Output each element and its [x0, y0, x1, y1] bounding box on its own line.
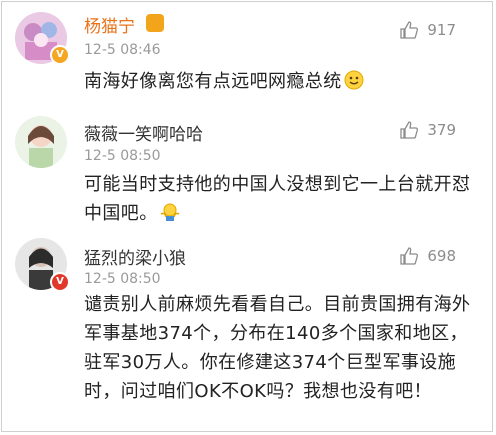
like-button[interactable]: 379: [399, 119, 456, 141]
avatar[interactable]: [15, 116, 67, 168]
shrug-emoji-icon: [160, 202, 180, 222]
comment-item: 薇薇一笑啊哈哈 12-5 08:50 379 可能当时支持他的中国人没想到它一上…: [0, 108, 496, 230]
like-count: 379: [427, 121, 456, 139]
like-count: 698: [427, 247, 456, 265]
like-count: 917: [427, 21, 456, 39]
thumbs-up-icon: [400, 121, 419, 139]
comment-item: V 杨猫宁 12-5 08:46 917 南海好像离您有点远吧网瘾总统: [0, 0, 496, 108]
verified-badge-icon: V: [50, 45, 70, 65]
like-button[interactable]: 917: [399, 19, 456, 41]
username[interactable]: 猛烈的梁小狼: [84, 244, 186, 269]
verified-badge-icon: V: [50, 272, 70, 292]
username[interactable]: 杨猫宁: [84, 12, 135, 37]
timestamp: 12-5 08:46: [84, 42, 161, 58]
comment-text: 南海好像离您有点远吧网瘾总统: [84, 67, 484, 96]
comment-text: 可能当时支持他的中国人没想到它一上台就开怼中国吧。: [84, 174, 471, 224]
timestamp: 12-5 08:50: [84, 271, 161, 287]
username[interactable]: 薇薇一笑啊哈哈: [84, 120, 203, 145]
timestamp: 12-5 08:50: [84, 148, 161, 164]
smile-emoji-icon: [344, 70, 364, 90]
vip-crown-icon: [146, 14, 164, 32]
comment-item: V 猛烈的梁小狼 12-5 08:50 698 谴责别人前麻烦先看看自己。目前贵…: [0, 230, 496, 435]
thumbs-up-icon: [400, 247, 419, 265]
like-button[interactable]: 698: [399, 245, 456, 267]
thumbs-up-icon: [400, 21, 419, 39]
comment-text: 谴责别人前麻烦先看看自己。目前贵国拥有海外军事基地374个，分布在140多个国家…: [84, 294, 471, 402]
